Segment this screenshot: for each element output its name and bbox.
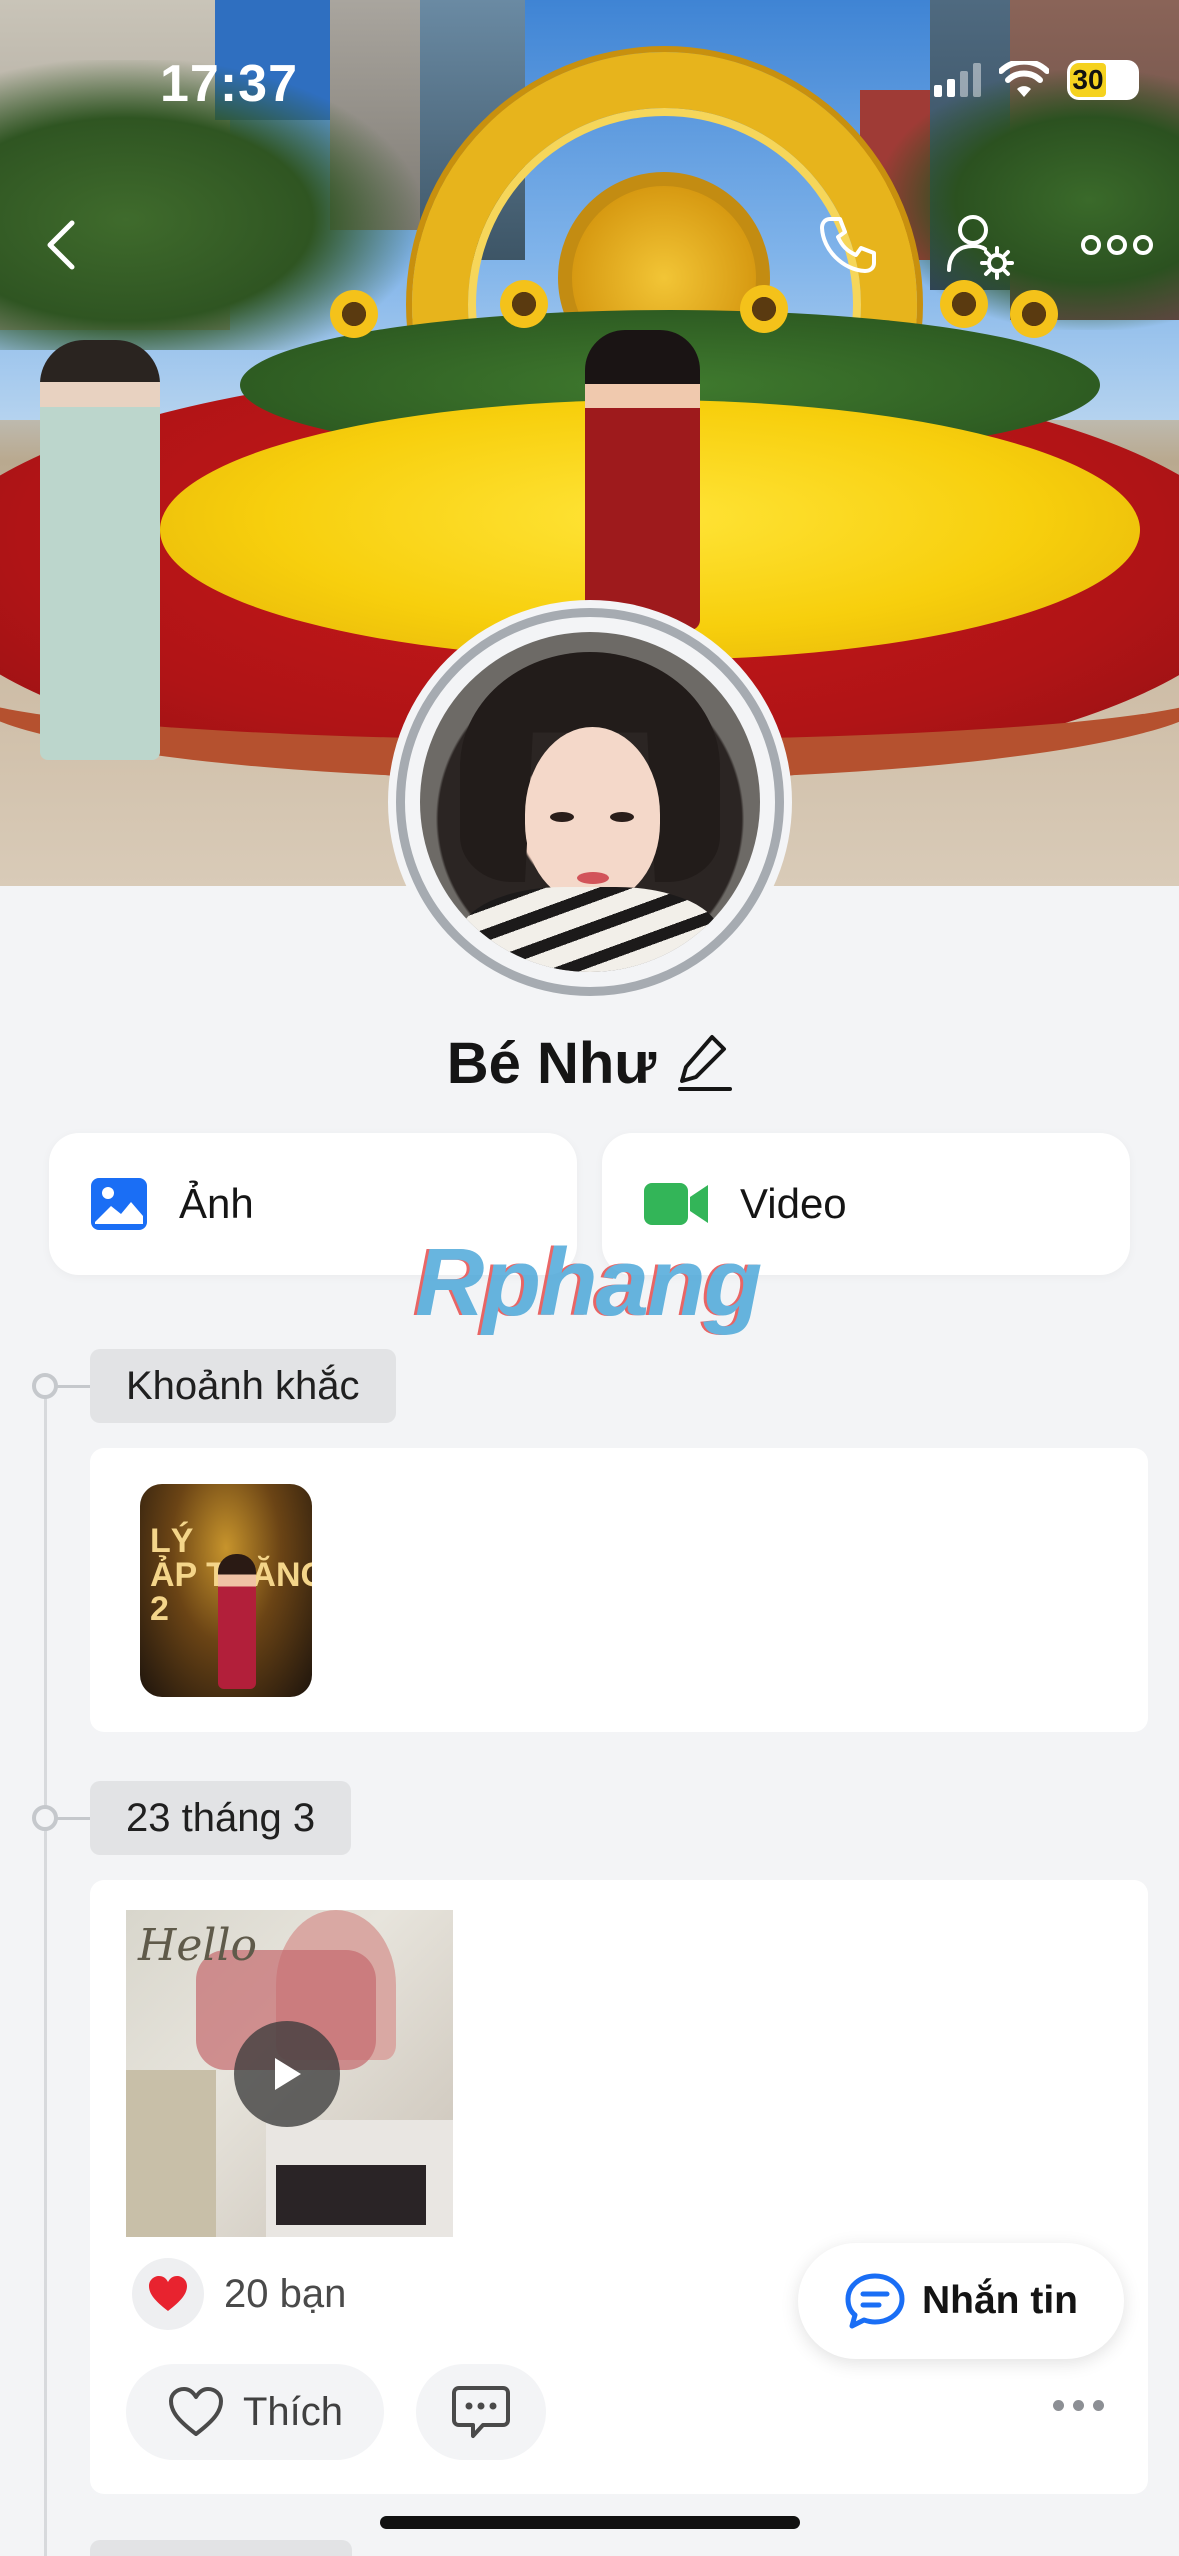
timeline-tick <box>56 1385 90 1388</box>
profile-name-row: Bé Như <box>0 1030 1179 1097</box>
timeline-line <box>44 1385 47 2556</box>
reaction-summary[interactable]: 20 bạn <box>132 2258 346 2330</box>
wifi-icon <box>999 61 1049 97</box>
more-dot <box>1053 2400 1064 2411</box>
timeline-tick <box>56 1817 90 1820</box>
battery-icon: 30 <box>1067 60 1139 100</box>
cover-person <box>40 340 160 760</box>
chevron-left-icon <box>47 220 75 270</box>
phone-icon <box>820 217 876 273</box>
video-camera-icon <box>644 1183 708 1225</box>
pencil-icon <box>678 1035 733 1091</box>
send-message-label: Nhắn tin <box>922 2279 1078 2322</box>
more-dot <box>1073 2400 1084 2411</box>
home-indicator[interactable] <box>380 2516 800 2529</box>
videos-label: Video <box>740 1180 847 1227</box>
moments-section-label: Khoảnh khắc <box>90 1349 396 1423</box>
story-ring <box>396 608 784 996</box>
cover-person <box>585 330 700 630</box>
moment-thumbnail[interactable]: LÝ ẢP TRĂNG 2 <box>140 1484 312 1697</box>
post-date-label: 23 tháng 3 <box>90 1781 352 1855</box>
profile-settings-button[interactable] <box>940 205 1020 285</box>
status-time: 17:37 <box>160 55 298 113</box>
timeline-dot <box>32 1805 58 1831</box>
edit-name-button[interactable] <box>678 1031 733 1096</box>
heart-outline-icon <box>168 2387 223 2436</box>
more-dot <box>1093 2400 1104 2411</box>
timeline-dot <box>32 1373 58 1399</box>
cellular-signal-icon <box>934 63 981 97</box>
reaction-count: 20 bạn <box>224 2271 347 2316</box>
photos-label: Ảnh <box>179 1180 254 1227</box>
call-button[interactable] <box>808 205 888 285</box>
profile-name: Bé Như <box>446 1031 657 1096</box>
like-label: Thích <box>242 2389 344 2434</box>
moments-card: LÝ ẢP TRĂNG 2 <box>90 1448 1148 1732</box>
status-icons: 30 <box>934 60 1139 100</box>
post-card: Hello 20 bạn Thích <box>90 1880 1148 2494</box>
send-message-button[interactable]: Nhắn tin <box>798 2243 1124 2359</box>
watermark-logo: Rphang <box>415 1229 762 1336</box>
cover-sunflower <box>1010 290 1058 338</box>
thumb-hello-text: Hello <box>138 1920 258 1971</box>
avatar-photo <box>420 632 760 972</box>
back-button[interactable] <box>22 205 102 285</box>
user-gear-icon <box>947 215 1014 280</box>
play-icon <box>275 2058 301 2090</box>
cover-sunflower <box>330 290 378 338</box>
more-options-button[interactable] <box>1072 205 1162 285</box>
play-button[interactable] <box>234 2021 340 2127</box>
comment-button[interactable] <box>416 2364 546 2460</box>
photo-icon <box>91 1178 147 1230</box>
avatar[interactable] <box>388 600 792 1004</box>
battery-level: 30 <box>1070 63 1106 97</box>
video-post-thumbnail[interactable]: Hello <box>126 1910 453 2237</box>
next-timeline-label <box>90 2540 352 2556</box>
chat-bubble-icon <box>845 2273 905 2329</box>
comment-icon <box>452 2386 510 2438</box>
post-more-button[interactable] <box>1053 2400 1104 2411</box>
like-button[interactable]: Thích <box>126 2364 384 2460</box>
cover-sunflower <box>940 280 988 328</box>
cover-sunflower <box>740 285 788 333</box>
cover-sunflower <box>500 280 548 328</box>
more-horizontal-icon <box>1081 235 1153 255</box>
heart-reaction-icon <box>132 2258 204 2330</box>
